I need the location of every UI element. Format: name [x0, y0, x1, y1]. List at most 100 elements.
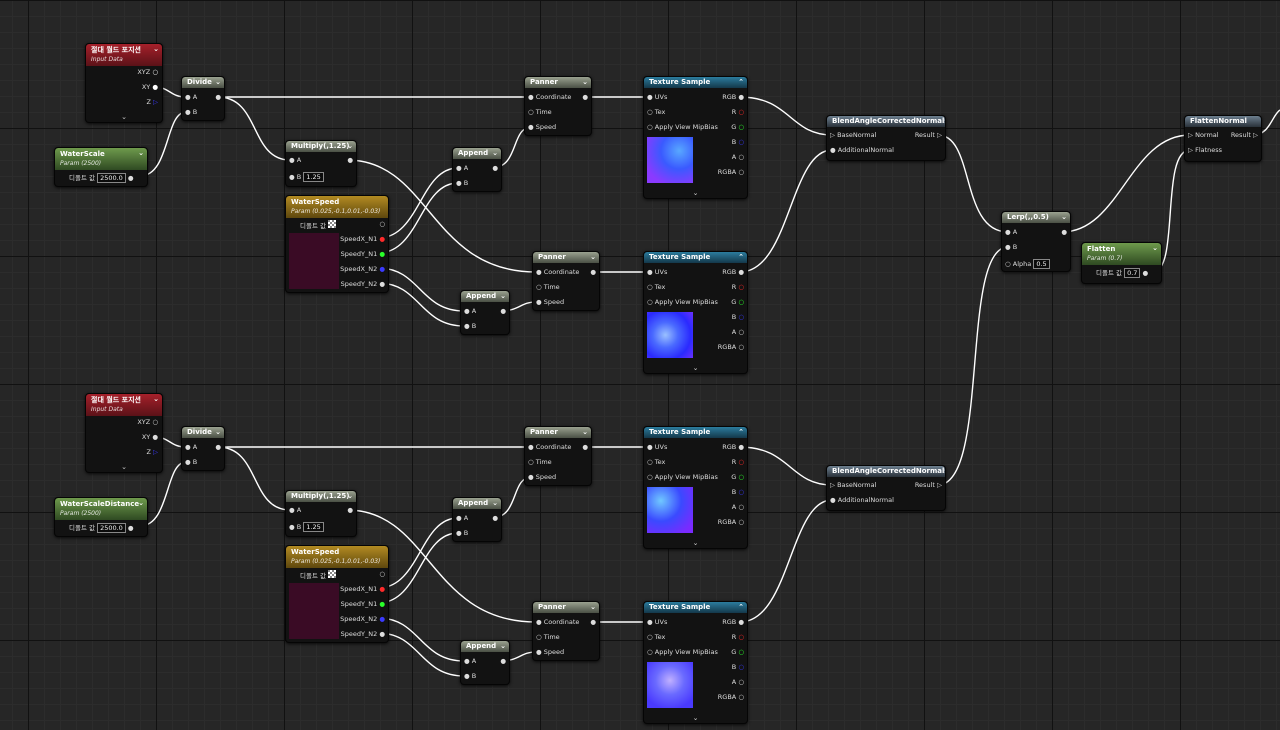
chevron-down-icon[interactable]: ⌄: [215, 77, 221, 88]
output-pin-icon[interactable]: ●: [379, 280, 385, 288]
chevron-down-icon[interactable]: ⌄: [138, 498, 144, 508]
output-pin-icon[interactable]: ●: [582, 93, 588, 101]
chevron-down-icon[interactable]: ⌄: [347, 491, 353, 502]
water-speed-param-node[interactable]: WaterSpeed Param (0.025,-0.1,0.01,-0.03) …: [285, 195, 389, 293]
panner-node[interactable]: Panner ⌄ ● Coordinate ○ Time ● Speed ●: [524, 426, 592, 486]
output-pin-icon[interactable]: ●: [1143, 269, 1149, 277]
output-pin-icon[interactable]: ○: [738, 343, 744, 351]
input-pin-icon[interactable]: ●: [1005, 243, 1011, 251]
multiply-node[interactable]: Multiply(,1.25) ⌄ ● A ● B 1.25 ●: [285, 490, 357, 537]
output-pin-icon[interactable]: ●: [738, 618, 744, 626]
input-pin-icon[interactable]: ○: [647, 123, 653, 131]
input-pin-icon[interactable]: ●: [536, 268, 542, 276]
chevron-down-icon[interactable]: ⌄: [86, 113, 162, 121]
output-pin-icon[interactable]: ●: [738, 93, 744, 101]
input-pin-icon[interactable]: ●: [528, 473, 534, 481]
output-pin-icon[interactable]: ○: [738, 518, 744, 526]
input-pin-icon[interactable]: ●: [536, 618, 542, 626]
input-pin-icon[interactable]: ○: [647, 473, 653, 481]
output-pin-icon[interactable]: ●: [379, 600, 385, 608]
output-pin-icon[interactable]: ○: [738, 108, 744, 116]
output-pin-icon[interactable]: ○: [738, 678, 744, 686]
output-pin-icon[interactable]: ●: [379, 250, 385, 258]
value-input[interactable]: 1.25: [303, 172, 324, 182]
output-pin-icon[interactable]: ●: [347, 156, 353, 164]
chevron-down-icon[interactable]: ⌄: [582, 427, 588, 438]
output-pin-icon[interactable]: ○: [738, 503, 744, 511]
input-pin-icon[interactable]: ●: [647, 268, 653, 276]
output-pin-icon[interactable]: ▷: [937, 481, 942, 489]
input-pin-icon[interactable]: ●: [289, 173, 295, 181]
input-pin-icon[interactable]: ●: [536, 648, 542, 656]
input-pin-icon[interactable]: ●: [830, 146, 836, 154]
input-pin-icon[interactable]: ●: [456, 529, 462, 537]
output-pin-icon[interactable]: ●: [215, 93, 221, 101]
append-node[interactable]: Append ⌄ ● A ● B ●: [452, 147, 502, 192]
texture-sample-node[interactable]: Texture Sample ⌃ ● UVs ○ Tex ○ Apply View…: [643, 251, 748, 374]
input-pin-icon[interactable]: ●: [185, 108, 191, 116]
input-pin-icon[interactable]: ○: [1005, 260, 1011, 268]
chevron-up-icon[interactable]: ⌃: [738, 77, 744, 88]
output-pin-icon[interactable]: ○: [738, 693, 744, 701]
input-pin-icon[interactable]: ○: [647, 458, 653, 466]
input-pin-icon[interactable]: ○: [528, 458, 534, 466]
input-pin-icon[interactable]: ●: [528, 123, 534, 131]
chevron-up-icon[interactable]: ⌃: [738, 252, 744, 263]
output-pin-icon[interactable]: ○: [738, 168, 744, 176]
output-pin-icon[interactable]: ●: [215, 443, 221, 451]
input-pin-icon[interactable]: ●: [1005, 228, 1011, 236]
input-pin-icon[interactable]: ●: [456, 179, 462, 187]
input-pin-icon[interactable]: ●: [456, 514, 462, 522]
chevron-down-icon[interactable]: ⌄: [153, 394, 159, 404]
output-pin-icon[interactable]: ○: [738, 328, 744, 336]
divide-node[interactable]: Divide ⌄ ● A ● B ●: [181, 76, 225, 121]
chevron-down-icon[interactable]: ⌄: [644, 364, 747, 372]
output-pin-icon[interactable]: ○: [152, 418, 158, 426]
chevron-down-icon[interactable]: ⌄: [492, 148, 498, 159]
input-pin-icon[interactable]: ○: [647, 283, 653, 291]
default-value-input[interactable]: 0.7: [1124, 268, 1141, 278]
blend-angle-corrected-normals-node[interactable]: BlendAngleCorrectedNormals ▷ BaseNormal …: [826, 465, 946, 511]
input-pin-icon[interactable]: ●: [456, 164, 462, 172]
output-pin-icon[interactable]: ●: [152, 433, 158, 441]
append-node[interactable]: Append ⌄ ● A ● B ●: [460, 290, 510, 335]
input-pin-icon[interactable]: ●: [528, 443, 534, 451]
texture-sample-node[interactable]: Texture Sample ⌃ ● UVs ○ Tex ○ Apply View…: [643, 426, 748, 549]
output-pin-icon[interactable]: ●: [590, 268, 596, 276]
chevron-down-icon[interactable]: ⌄: [590, 252, 596, 263]
output-pin-icon[interactable]: ●: [379, 235, 385, 243]
input-pin-icon[interactable]: ●: [536, 298, 542, 306]
panner-node[interactable]: Panner ⌄ ● Coordinate ○ Time ● Speed ●: [524, 76, 592, 136]
output-pin-icon[interactable]: ●: [379, 630, 385, 638]
panner-node[interactable]: Panner ⌄ ● Coordinate ○ Time ● Speed ●: [532, 601, 600, 661]
chevron-down-icon[interactable]: ⌄: [1152, 243, 1158, 253]
input-pin-icon[interactable]: ●: [289, 156, 295, 164]
chevron-down-icon[interactable]: ⌄: [138, 148, 144, 158]
default-value-input[interactable]: 2500.0: [97, 523, 126, 533]
output-pin-icon[interactable]: ●: [347, 506, 353, 514]
lerp-node[interactable]: Lerp(,,0.5) ⌄ ● A ● B ○ Alpha 0.5 ●: [1001, 211, 1071, 272]
input-pin-icon[interactable]: ●: [185, 458, 191, 466]
input-pin-icon[interactable]: ●: [528, 93, 534, 101]
chevron-down-icon[interactable]: ⌄: [347, 141, 353, 152]
texture-sample-node[interactable]: Texture Sample ⌃ ● UVs ○ Tex ○ Apply View…: [643, 76, 748, 199]
water-scale-param-node[interactable]: WaterScale Param (2500) ⌄ 디폴트 값 2500.0 ●: [54, 147, 148, 187]
output-pin-icon[interactable]: ○: [152, 68, 158, 76]
output-pin-icon[interactable]: ●: [152, 83, 158, 91]
input-pin-icon[interactable]: ▷: [1188, 146, 1193, 154]
input-pin-icon[interactable]: ○: [528, 108, 534, 116]
input-pin-icon[interactable]: ●: [647, 93, 653, 101]
absolute-world-position-node[interactable]: 절대 월드 포지션 Input Data ⌄ XYZ ○ XY ● Z ▷ ⌄: [85, 43, 163, 123]
texture-sample-node[interactable]: Texture Sample ⌃ ● UVs ○ Tex ○ Apply View…: [643, 601, 748, 724]
output-pin-icon[interactable]: ▷: [153, 448, 158, 456]
input-pin-icon[interactable]: ○: [536, 283, 542, 291]
value-input[interactable]: 1.25: [303, 522, 324, 532]
append-node[interactable]: Append ⌄ ● A ● B ●: [460, 640, 510, 685]
output-pin-icon[interactable]: ○: [738, 138, 744, 146]
input-pin-icon[interactable]: ●: [830, 496, 836, 504]
input-pin-icon[interactable]: ○: [647, 633, 653, 641]
chevron-down-icon[interactable]: ⌄: [215, 427, 221, 438]
chevron-up-icon[interactable]: ⌃: [738, 427, 744, 438]
chevron-down-icon[interactable]: ⌄: [500, 291, 506, 302]
output-pin-icon[interactable]: ●: [128, 174, 134, 182]
